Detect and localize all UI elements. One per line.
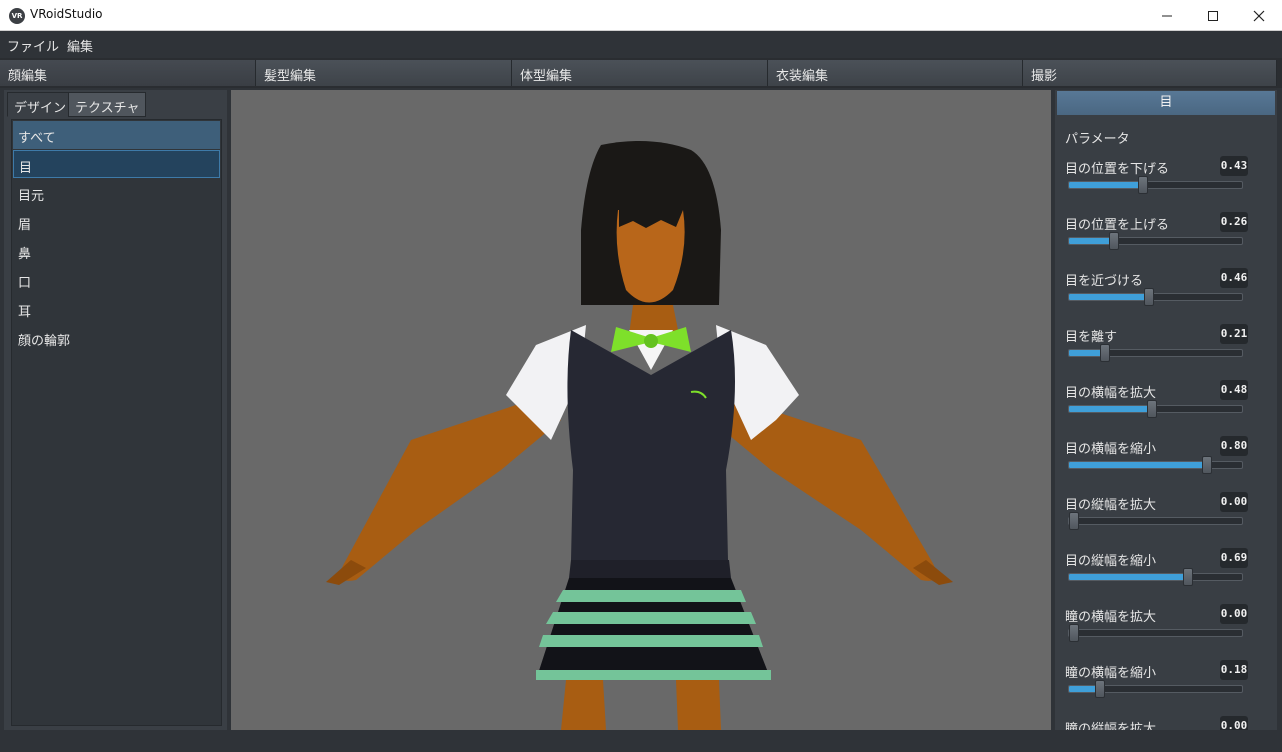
menu-edit[interactable]: 編集: [67, 36, 93, 55]
parameter-row: 目の横幅を縮小 0.80: [1065, 436, 1248, 488]
category-list: すべて 目 目元 眉 鼻 口 耳 顔の輪郭: [11, 119, 222, 726]
parameter-row: 目の横幅を拡大 0.48: [1065, 380, 1248, 432]
left-panel: デザイン テクスチャ すべて 目 目元 眉 鼻 口 耳 顔の輪郭: [4, 90, 227, 730]
category-mouth[interactable]: 口: [13, 266, 220, 294]
window-title: VRoidStudio: [30, 7, 103, 21]
slider-fill: [1069, 574, 1188, 580]
category-face-outline[interactable]: 顔の輪郭: [13, 324, 220, 352]
tab-hair-edit[interactable]: 髪型編集: [256, 60, 512, 86]
parameter-value[interactable]: 0.80: [1220, 436, 1248, 456]
minimize-icon: [1162, 15, 1172, 16]
parameter-value[interactable]: 0.43: [1220, 156, 1248, 176]
parameter-value[interactable]: 0.00: [1220, 492, 1248, 512]
parameter-label: 目の位置を上げる: [1065, 218, 1170, 233]
slider-thumb[interactable]: [1109, 232, 1119, 250]
parameter-row: 目の縦幅を拡大 0.00: [1065, 492, 1248, 544]
menu-bar: ファイル 編集: [0, 31, 1282, 58]
category-eyes[interactable]: 目: [13, 150, 220, 178]
category-eye-area[interactable]: 目元: [13, 179, 220, 207]
parameter-label: 目の位置を下げる: [1065, 162, 1170, 177]
slider-thumb[interactable]: [1147, 400, 1157, 418]
parameter-slider[interactable]: [1068, 232, 1243, 250]
minimize-button[interactable]: [1144, 0, 1190, 31]
parameter-value[interactable]: 0.69: [1220, 548, 1248, 568]
parameter-label: 目を近づける: [1065, 274, 1144, 289]
parameter-label: 目を離す: [1065, 330, 1118, 345]
parameter-row: 目を離す 0.21: [1065, 324, 1248, 376]
tab-face-edit[interactable]: 顔編集: [0, 60, 256, 86]
tab-texture[interactable]: テクスチャ: [68, 92, 147, 117]
slider-fill: [1069, 182, 1143, 188]
parameter-row: 瞳の横幅を拡大 0.00: [1065, 604, 1248, 656]
parameter-value[interactable]: 0.21: [1220, 324, 1248, 344]
parameter-label: 目の縦幅を縮小: [1065, 554, 1157, 569]
parameter-row: 目の位置を上げる 0.26: [1065, 212, 1248, 264]
parameter-slider[interactable]: [1068, 624, 1243, 642]
panel-title: 目: [1057, 91, 1275, 115]
parameter-value[interactable]: 0.26: [1220, 212, 1248, 232]
slider-thumb[interactable]: [1144, 288, 1154, 306]
parameter-slider[interactable]: [1068, 456, 1243, 474]
parameter-row: 瞳の横幅を縮小 0.18: [1065, 660, 1248, 712]
slider-thumb[interactable]: [1069, 512, 1079, 530]
parameter-value[interactable]: 0.48: [1220, 380, 1248, 400]
tab-photo[interactable]: 撮影: [1023, 60, 1277, 86]
parameter-slider[interactable]: [1068, 568, 1243, 586]
parameter-label: 目の横幅を拡大: [1065, 386, 1157, 401]
slider-fill: [1069, 238, 1114, 244]
app-logo-icon: VR: [9, 8, 25, 24]
tab-outfit-edit[interactable]: 衣装編集: [768, 60, 1023, 86]
close-button[interactable]: [1236, 0, 1282, 31]
slider-fill: [1069, 406, 1152, 412]
mode-tabs: 顔編集 髪型編集 体型編集 衣装編集 撮影: [0, 58, 1282, 88]
slider-thumb[interactable]: [1183, 568, 1193, 586]
category-ears[interactable]: 耳: [13, 295, 220, 323]
maximize-icon: [1208, 10, 1218, 21]
parameter-slider[interactable]: [1068, 680, 1243, 698]
maximize-button[interactable]: [1190, 0, 1236, 31]
title-bar: VR VRoidStudio: [0, 0, 1282, 31]
parameter-row: 目の位置を下げる 0.43: [1065, 156, 1248, 208]
slider-thumb[interactable]: [1095, 680, 1105, 698]
parameter-label: 目の横幅を縮小: [1065, 442, 1157, 457]
slider-fill: [1069, 462, 1207, 468]
category-eyebrows[interactable]: 眉: [13, 208, 220, 236]
avatar-model: [326, 141, 953, 730]
slider-thumb[interactable]: [1100, 344, 1110, 362]
parameter-row: 目の縦幅を縮小 0.69: [1065, 548, 1248, 600]
parameter-slider[interactable]: [1068, 176, 1243, 194]
tab-body-edit[interactable]: 体型編集: [512, 60, 768, 86]
3d-viewport[interactable]: [231, 90, 1051, 730]
right-panel: 目 パラメータ 目の位置を下げる 0.43 目の位置を上げる 0.26 目を近づける 0.…: [1055, 90, 1277, 730]
slider-fill: [1069, 294, 1149, 300]
section-title: パラメータ: [1065, 132, 1130, 147]
parameter-slider[interactable]: [1068, 512, 1243, 530]
parameter-slider[interactable]: [1068, 344, 1243, 362]
parameter-value[interactable]: 0.00: [1220, 716, 1248, 730]
parameter-value[interactable]: 0.00: [1220, 604, 1248, 624]
parameter-label: 目の縦幅を拡大: [1065, 498, 1157, 513]
parameter-label: 瞳の縦幅を拡大: [1065, 722, 1157, 730]
parameter-row: 目を近づける 0.46: [1065, 268, 1248, 320]
parameter-slider[interactable]: [1068, 288, 1243, 306]
category-nose[interactable]: 鼻: [13, 237, 220, 265]
category-all[interactable]: すべて: [13, 121, 220, 149]
parameter-label: 瞳の横幅を拡大: [1065, 610, 1157, 625]
status-bar: [0, 732, 1282, 752]
tab-design[interactable]: デザイン: [7, 92, 74, 117]
menu-file[interactable]: ファイル: [7, 36, 59, 55]
slider-thumb[interactable]: [1202, 456, 1212, 474]
parameter-value[interactable]: 0.18: [1220, 660, 1248, 680]
slider-thumb[interactable]: [1069, 624, 1079, 642]
parameter-label: 瞳の横幅を縮小: [1065, 666, 1157, 681]
parameter-slider[interactable]: [1068, 400, 1243, 418]
slider-thumb[interactable]: [1138, 176, 1148, 194]
close-icon: [1253, 10, 1265, 21]
parameter-value[interactable]: 0.46: [1220, 268, 1248, 288]
parameter-row: 瞳の縦幅を拡大 0.00: [1065, 716, 1248, 730]
